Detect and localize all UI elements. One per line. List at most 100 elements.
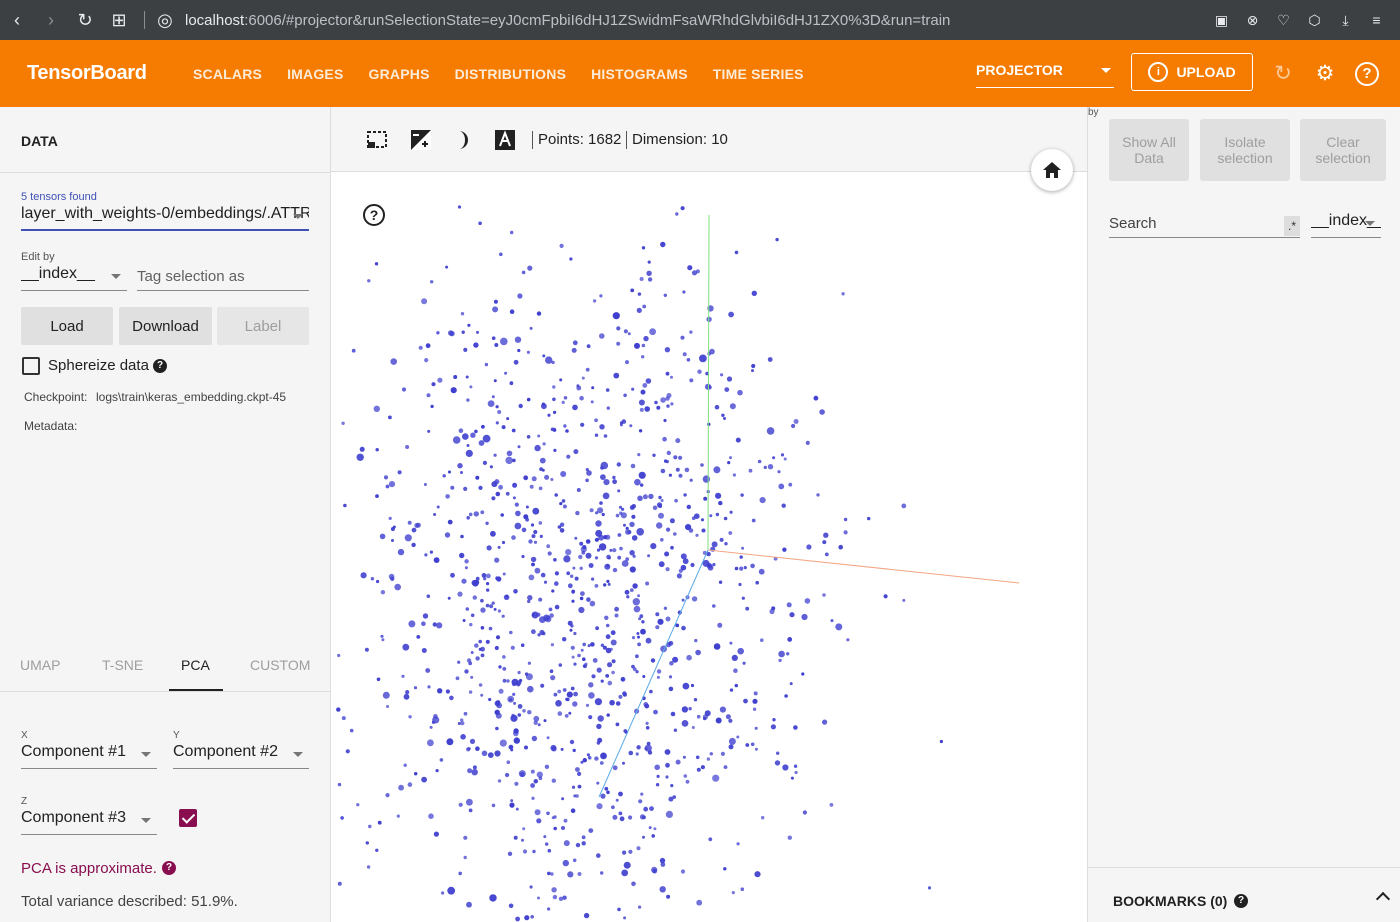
data-point[interactable] bbox=[700, 463, 704, 467]
data-point[interactable] bbox=[433, 831, 439, 837]
data-point[interactable] bbox=[631, 514, 636, 519]
data-point[interactable] bbox=[502, 572, 506, 576]
data-point[interactable] bbox=[789, 612, 795, 618]
data-point[interactable] bbox=[375, 848, 379, 852]
data-point[interactable] bbox=[341, 716, 346, 721]
data-point[interactable] bbox=[576, 488, 581, 492]
data-point[interactable] bbox=[437, 377, 443, 383]
data-point[interactable] bbox=[612, 312, 620, 320]
data-point[interactable] bbox=[582, 642, 586, 647]
download-icon[interactable]: ⤓ bbox=[1330, 12, 1361, 29]
data-point[interactable] bbox=[397, 548, 405, 556]
data-point[interactable] bbox=[531, 613, 535, 617]
data-point[interactable] bbox=[732, 473, 736, 477]
data-point[interactable] bbox=[691, 726, 695, 729]
data-point[interactable] bbox=[491, 601, 495, 605]
data-point[interactable] bbox=[478, 485, 483, 490]
data-point[interactable] bbox=[433, 557, 440, 563]
data-point[interactable] bbox=[609, 548, 613, 552]
data-point[interactable] bbox=[374, 262, 379, 266]
data-point[interactable] bbox=[654, 764, 660, 771]
data-point[interactable] bbox=[729, 403, 736, 410]
data-point[interactable] bbox=[683, 774, 688, 778]
data-point[interactable] bbox=[665, 810, 673, 819]
data-point[interactable] bbox=[466, 516, 470, 520]
data-point[interactable] bbox=[530, 556, 537, 563]
data-point[interactable] bbox=[788, 482, 793, 487]
data-point[interactable] bbox=[729, 641, 733, 645]
data-point[interactable] bbox=[478, 683, 483, 687]
data-point[interactable] bbox=[494, 645, 499, 651]
data-point[interactable] bbox=[668, 641, 672, 645]
data-point[interactable] bbox=[647, 260, 651, 264]
data-point[interactable] bbox=[547, 848, 552, 853]
data-point[interactable] bbox=[345, 749, 350, 754]
data-point[interactable] bbox=[463, 347, 468, 352]
data-point[interactable] bbox=[527, 595, 533, 601]
data-point[interactable] bbox=[651, 834, 655, 838]
data-point[interactable] bbox=[670, 545, 674, 550]
select-box-icon[interactable] bbox=[366, 129, 388, 151]
data-point[interactable] bbox=[614, 613, 619, 618]
data-point[interactable] bbox=[645, 721, 649, 726]
data-point[interactable] bbox=[366, 865, 371, 869]
data-point[interactable] bbox=[630, 288, 635, 293]
data-point[interactable] bbox=[485, 603, 490, 608]
data-point[interactable] bbox=[553, 692, 558, 697]
data-point[interactable] bbox=[702, 714, 708, 720]
data-point[interactable] bbox=[801, 672, 805, 676]
data-point[interactable] bbox=[598, 543, 607, 551]
x-component-select[interactable]: Component #1 bbox=[21, 743, 157, 769]
data-point[interactable] bbox=[625, 360, 629, 365]
data-point[interactable] bbox=[902, 598, 906, 602]
data-point[interactable] bbox=[548, 607, 553, 612]
data-point[interactable] bbox=[572, 701, 578, 707]
data-point[interactable] bbox=[585, 468, 589, 472]
data-point[interactable] bbox=[709, 514, 713, 518]
data-point[interactable] bbox=[843, 517, 848, 522]
data-point[interactable] bbox=[841, 292, 845, 296]
data-point[interactable] bbox=[778, 483, 785, 490]
data-point[interactable] bbox=[697, 369, 702, 374]
data-point[interactable] bbox=[431, 382, 436, 387]
data-point[interactable] bbox=[521, 838, 524, 842]
data-point[interactable] bbox=[612, 479, 617, 485]
data-point[interactable] bbox=[460, 534, 464, 539]
data-point[interactable] bbox=[688, 528, 694, 533]
data-point[interactable] bbox=[502, 667, 507, 671]
data-point[interactable] bbox=[696, 767, 701, 772]
data-point[interactable] bbox=[596, 741, 601, 745]
data-point[interactable] bbox=[751, 518, 756, 523]
data-point[interactable] bbox=[562, 895, 567, 900]
data-point[interactable] bbox=[727, 461, 731, 465]
data-point[interactable] bbox=[495, 576, 500, 581]
data-point[interactable] bbox=[693, 698, 698, 702]
data-point[interactable] bbox=[631, 664, 635, 669]
data-point[interactable] bbox=[617, 555, 622, 560]
data-point[interactable] bbox=[617, 533, 622, 537]
data-point[interactable] bbox=[457, 722, 461, 725]
data-point[interactable] bbox=[530, 915, 534, 919]
data-point[interactable] bbox=[569, 628, 573, 632]
tab-histograms[interactable]: HISTOGRAMS bbox=[591, 66, 688, 82]
data-point[interactable] bbox=[425, 668, 431, 673]
data-point[interactable] bbox=[510, 799, 514, 803]
data-point[interactable] bbox=[418, 345, 423, 350]
data-point[interactable] bbox=[563, 818, 568, 823]
data-point[interactable] bbox=[573, 662, 577, 666]
data-point[interactable] bbox=[538, 597, 543, 602]
data-point[interactable] bbox=[711, 541, 718, 548]
data-point[interactable] bbox=[603, 583, 607, 587]
data-point[interactable] bbox=[349, 728, 354, 733]
data-point[interactable] bbox=[385, 793, 390, 798]
data-point[interactable] bbox=[631, 387, 635, 391]
data-point[interactable] bbox=[603, 434, 608, 438]
data-point[interactable] bbox=[659, 857, 666, 864]
data-point[interactable] bbox=[517, 293, 523, 299]
data-point[interactable] bbox=[580, 546, 587, 553]
data-point[interactable] bbox=[488, 697, 492, 702]
tab-distributions[interactable]: DISTRIBUTIONS bbox=[455, 66, 567, 82]
data-point[interactable] bbox=[562, 859, 569, 867]
data-point[interactable] bbox=[521, 527, 527, 533]
data-point[interactable] bbox=[599, 294, 603, 298]
